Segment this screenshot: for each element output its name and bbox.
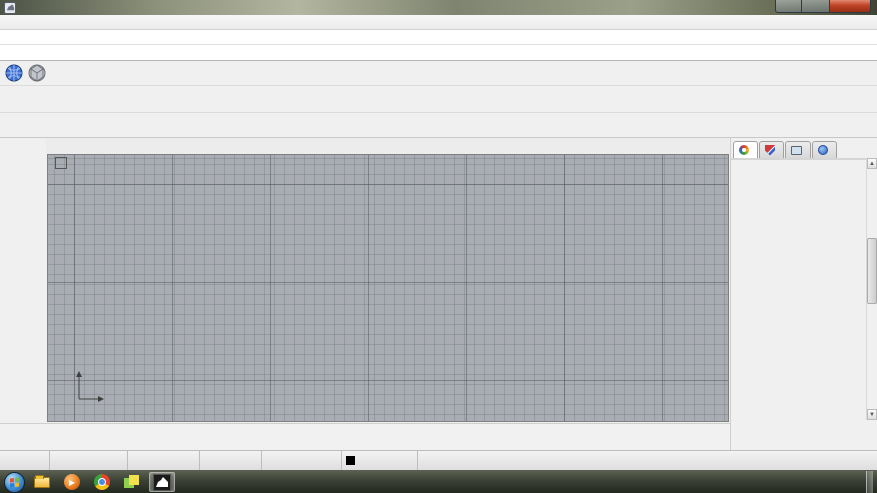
scroll-down-icon[interactable]: ▼ xyxy=(867,409,877,420)
cplane-cell[interactable] xyxy=(0,451,50,470)
scroll-thumb[interactable] xyxy=(867,238,877,304)
osnap-bar xyxy=(0,423,730,450)
tspline-tools-toolbar xyxy=(0,86,877,113)
properties-icon xyxy=(739,145,749,155)
properties-panel: ▲ ▼ xyxy=(730,138,877,450)
windows-taskbar: ▶ xyxy=(0,470,877,493)
main-area: ▲ ▼ xyxy=(0,138,877,450)
tspline-sphere-icon[interactable] xyxy=(4,63,24,83)
display-icon xyxy=(791,146,802,155)
explorer-icon[interactable] xyxy=(29,472,55,492)
show-desktop-button[interactable] xyxy=(866,471,873,493)
title-bar xyxy=(0,0,877,15)
layer-color-swatch xyxy=(346,456,355,465)
tab-display[interactable] xyxy=(785,141,811,158)
windows-flag-icon xyxy=(10,477,19,487)
minimize-button[interactable] xyxy=(775,0,802,13)
rhino-application-window: ▲ ▼ ▶ xyxy=(0,0,877,493)
command-prompt-input[interactable] xyxy=(0,45,877,61)
tab-layers[interactable] xyxy=(759,141,784,158)
command-history xyxy=(0,30,877,45)
help-icon xyxy=(818,145,828,155)
layer-cell[interactable] xyxy=(342,451,418,470)
viewport-title-dropdown-icon[interactable] xyxy=(55,157,67,169)
cplane-axis-indicator xyxy=(76,371,104,402)
x-coordinate-cell xyxy=(50,451,128,470)
menu-bar xyxy=(0,15,877,30)
chrome-icon[interactable] xyxy=(89,472,115,492)
viewport-drawing xyxy=(48,155,728,421)
panel-tabs xyxy=(731,138,877,158)
z-coordinate-cell xyxy=(200,451,262,470)
units-cell[interactable] xyxy=(262,451,342,470)
rhino-app-icon[interactable] xyxy=(149,472,175,492)
tool-sidebar xyxy=(0,138,46,450)
rhino-window-icon[interactable] xyxy=(4,2,16,14)
tspline-mesh-sphere-icon[interactable] xyxy=(27,63,47,83)
mode-toolbar xyxy=(0,113,877,138)
scroll-up-icon[interactable]: ▲ xyxy=(867,158,877,169)
layers-icon xyxy=(765,145,775,156)
tspline-primary-toolbar xyxy=(0,61,877,86)
media-player-icon[interactable]: ▶ xyxy=(59,472,85,492)
y-coordinate-cell xyxy=(128,451,200,470)
viewport-tabs xyxy=(46,138,730,154)
property-grid xyxy=(731,158,866,160)
maximize-button[interactable] xyxy=(802,0,829,13)
viewport-canvas[interactable] xyxy=(47,154,729,422)
close-button[interactable] xyxy=(829,0,871,13)
panel-scrollbar[interactable]: ▲ ▼ xyxy=(866,158,877,420)
start-button[interactable] xyxy=(4,472,25,493)
status-bar xyxy=(0,450,877,470)
viewport-title-menu[interactable] xyxy=(52,157,67,169)
sticky-notes-icon[interactable] xyxy=(119,472,145,492)
tab-properties[interactable] xyxy=(733,141,758,158)
tab-help[interactable] xyxy=(812,141,837,158)
viewport-area xyxy=(46,138,730,423)
